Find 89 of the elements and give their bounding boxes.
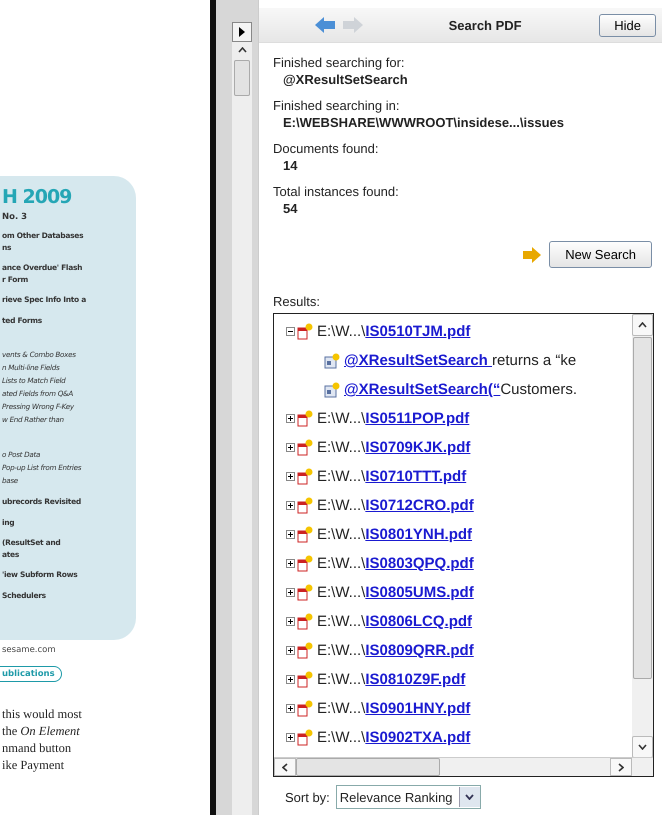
results-label: Results: (273, 294, 321, 309)
result-snippet: @XResultSetSearch(“Customers. (344, 381, 578, 398)
file-path: E:\W...\ (317, 613, 366, 630)
field-value: 14 (282, 157, 298, 175)
file-link[interactable]: IS0806LCQ.pdf (365, 613, 472, 630)
expander-icon[interactable] (286, 646, 295, 655)
back-arrow-icon[interactable] (315, 17, 335, 33)
up-caret-icon (638, 322, 647, 328)
field-value: @XResultSetSearch (282, 71, 409, 89)
horizontal-scrollbar[interactable] (274, 757, 653, 776)
pdf-icon (297, 439, 314, 456)
expander-icon[interactable] (286, 588, 295, 597)
issue-number: No. 3 (2, 212, 28, 222)
file-path: E:\W...\ (317, 410, 366, 427)
down-caret-icon (465, 794, 474, 800)
file-link[interactable]: IS0709KJK.pdf (365, 439, 470, 456)
expander-icon[interactable] (286, 617, 295, 626)
pdf-icon (297, 613, 314, 630)
website-text: sesame.com (2, 645, 57, 655)
scroll-thumb[interactable] (234, 60, 250, 96)
pdf-icon (297, 642, 314, 659)
sort-dropdown[interactable]: Relevance Ranking (336, 785, 481, 809)
field-value: E:\WEBSHARE\WWWROOT\insidese...\issues (282, 114, 565, 132)
expander-icon[interactable] (286, 733, 295, 742)
toggle-button[interactable] (232, 22, 252, 42)
file-link[interactable]: IS0805UMS.pdf (365, 584, 474, 601)
result-icon (324, 382, 341, 398)
expander-icon[interactable] (286, 327, 295, 336)
down-caret-icon (638, 744, 647, 750)
expander-icon[interactable] (286, 675, 295, 684)
file-link[interactable]: IS0801YNH.pdf (365, 526, 472, 543)
issue-heading: H 2009 (2, 186, 72, 208)
pdf-icon (297, 497, 314, 514)
scrollbar[interactable] (232, 42, 252, 815)
file-link[interactable]: IS0510TJM.pdf (365, 323, 470, 340)
arrow-icon (523, 246, 542, 262)
expander-icon[interactable] (286, 530, 295, 539)
pdf-icon (297, 729, 314, 746)
play-icon (238, 27, 246, 37)
expander-icon[interactable] (286, 414, 295, 423)
file-link[interactable]: IS0809QRR.pdf (365, 642, 474, 659)
publications-badge: ublications (0, 666, 62, 682)
pdf-icon (297, 468, 314, 485)
hide-button[interactable]: Hide (599, 14, 656, 36)
file-path: E:\W...\ (317, 439, 366, 456)
new-search-button[interactable]: New Search (549, 241, 652, 268)
file-link[interactable]: IS0712CRO.pdf (365, 497, 474, 514)
expander-icon[interactable] (286, 443, 295, 452)
expander-icon[interactable] (286, 704, 295, 713)
body-paragraph: this would most the On Element nmand button ike Payment (1, 706, 83, 774)
file-path: E:\W...\ (317, 729, 366, 746)
file-link[interactable]: IS0902TXA.pdf (365, 729, 470, 746)
pdf-icon (297, 410, 314, 427)
left-caret-icon (282, 762, 288, 772)
result-snippet: @XResultSetSearch returns a “ke (344, 352, 576, 369)
expander-icon[interactable] (286, 559, 295, 568)
panel-title: Search PDF (448, 18, 523, 32)
file-path: E:\W...\ (317, 555, 366, 572)
result-icon (324, 352, 341, 368)
pdf-icon (297, 584, 314, 601)
vertical-scrollbar[interactable] (632, 314, 653, 758)
field-label: Documents found: (273, 141, 380, 157)
field-label: Total instances found: (273, 184, 400, 200)
field-label: Finished searching in: (273, 98, 400, 114)
pdf-icon (297, 700, 314, 717)
file-path: E:\W...\ (317, 323, 366, 340)
file-path: E:\W...\ (317, 526, 366, 543)
field-label: Finished searching for: (273, 55, 406, 71)
file-link[interactable]: IS0803QPQ.pdf (365, 555, 474, 572)
file-path: E:\W...\ (317, 671, 366, 688)
expander-icon[interactable] (286, 472, 295, 481)
up-caret-icon (238, 47, 246, 53)
file-link[interactable]: IS0810Z9F.pdf (365, 671, 466, 688)
file-link[interactable]: IS0511POP.pdf (365, 410, 470, 427)
right-caret-icon (618, 762, 624, 772)
file-path: E:\W...\ (317, 468, 366, 485)
pdf-icon (297, 555, 314, 572)
pdf-icon (297, 671, 314, 688)
file-path: E:\W...\ (317, 497, 366, 514)
field-value: 54 (282, 200, 298, 218)
file-link[interactable]: IS0710TTT.pdf (365, 468, 466, 485)
pdf-icon (297, 323, 314, 340)
file-link[interactable]: IS0901HNY.pdf (365, 700, 470, 717)
file-path: E:\W...\ (317, 642, 366, 659)
pdf-icon (297, 526, 314, 543)
sort-label: Sort by: (285, 790, 330, 804)
file-path: E:\W...\ (317, 700, 366, 717)
file-path: E:\W...\ (317, 584, 366, 601)
expander-icon[interactable] (286, 501, 295, 510)
